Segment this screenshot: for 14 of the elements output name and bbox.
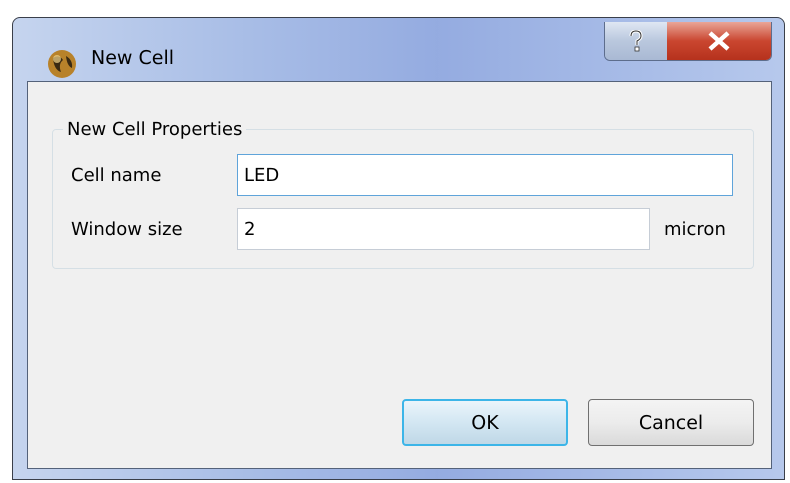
dialog-button[interactable]: OK [402, 399, 568, 446]
help-button[interactable] [605, 22, 667, 60]
text-field[interactable]: LED [237, 154, 733, 196]
dialog-button[interactable]: Cancel [588, 399, 754, 446]
close-icon [707, 31, 731, 51]
group-title: New Cell Properties [66, 119, 244, 140]
help-icon [628, 30, 644, 52]
unit-label: micron [664, 218, 726, 240]
globe-icon [45, 48, 79, 80]
close-button[interactable] [667, 22, 771, 60]
field-label: Window size [71, 218, 184, 240]
field-label: Cell name [71, 164, 162, 186]
text-field[interactable]: 2 [237, 208, 650, 250]
window-title: New Cell [91, 47, 174, 69]
